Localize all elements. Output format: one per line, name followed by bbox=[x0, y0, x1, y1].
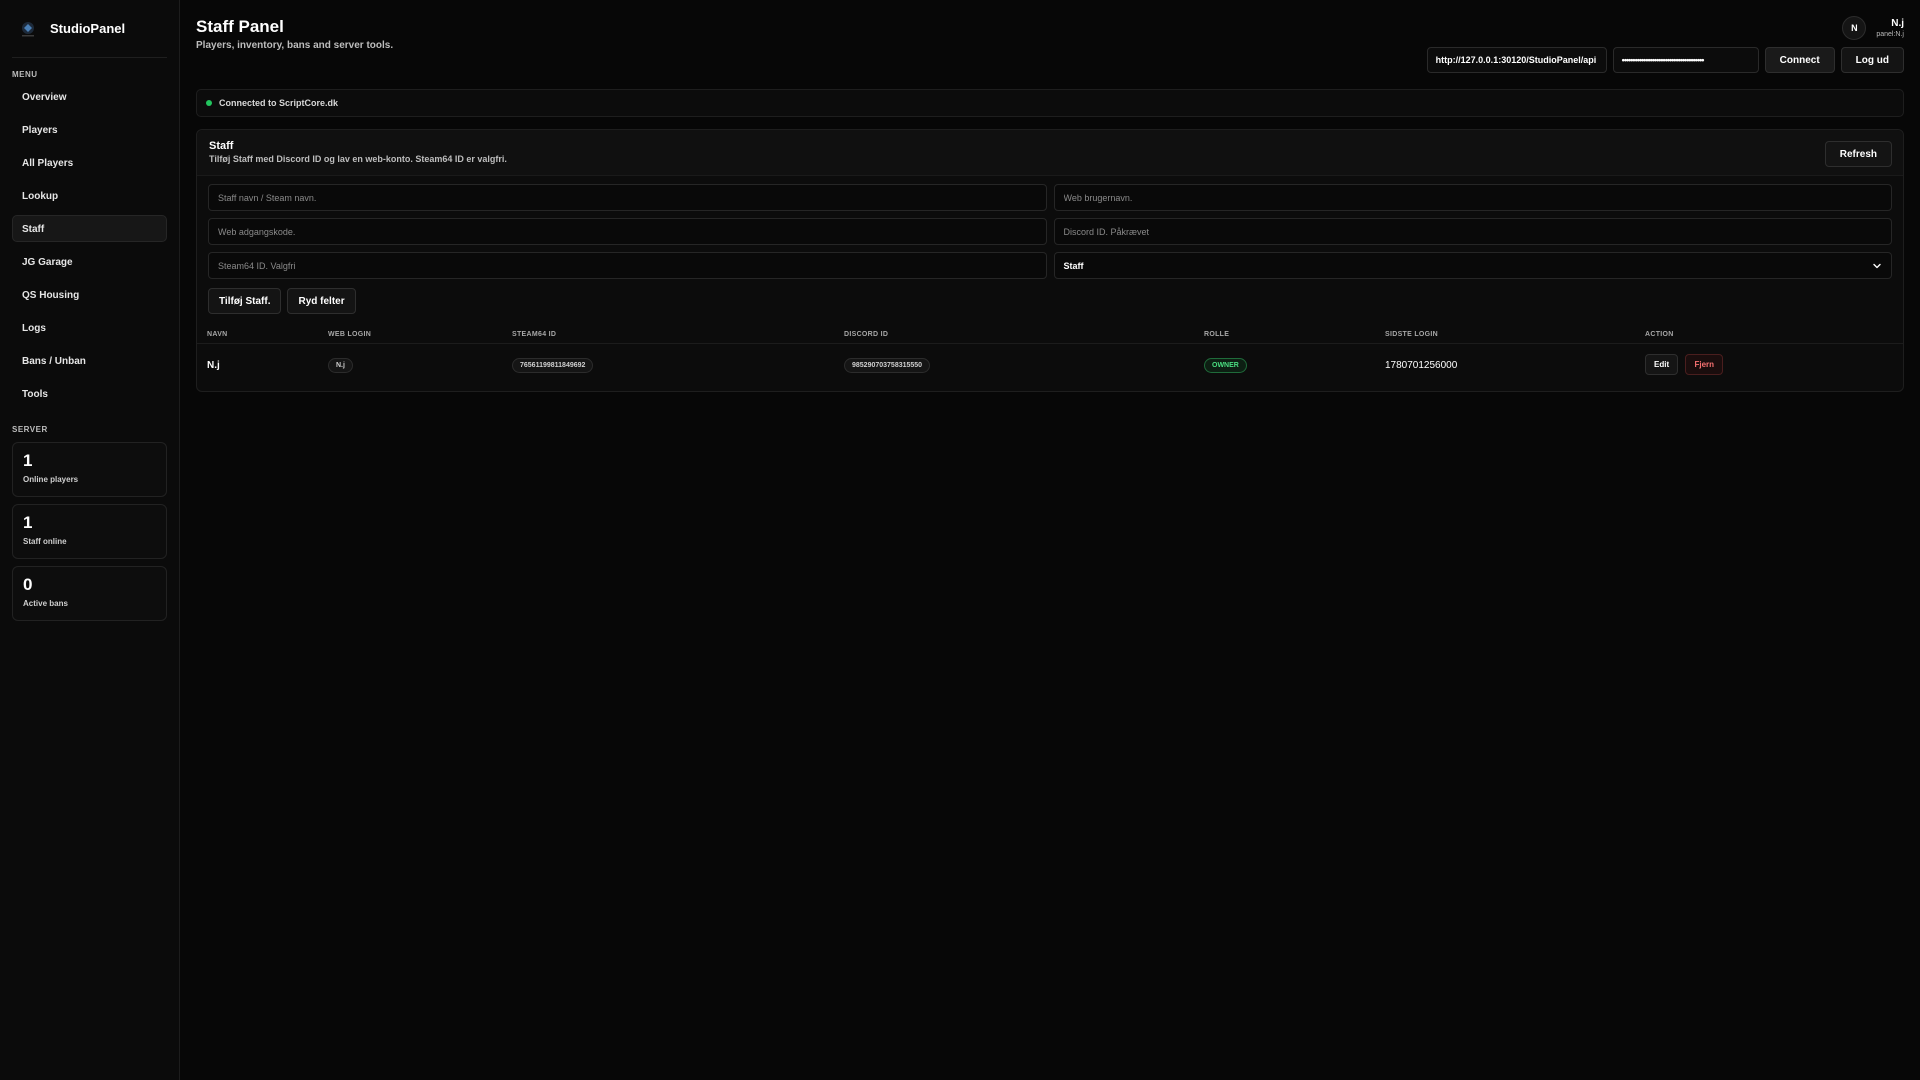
staff-table: NAVN WEB LOGIN STEAM64 ID DISCORD ID ROL… bbox=[197, 325, 1903, 384]
column-header-role: ROLLE bbox=[1204, 330, 1230, 338]
user-menu[interactable]: N N.j panel:N.j bbox=[1842, 16, 1904, 40]
cell-name: N.j bbox=[207, 360, 220, 371]
refresh-button[interactable]: Refresh bbox=[1824, 141, 1892, 167]
stat-card-staff-online: 1 Staff online bbox=[12, 504, 167, 559]
user-handle: panel:N.j bbox=[1876, 31, 1904, 38]
staff-name-input[interactable] bbox=[208, 184, 1047, 211]
page-subtitle: Players, inventory, bans and server tool… bbox=[196, 40, 394, 51]
sidebar-item-jg-garage[interactable]: JG Garage bbox=[12, 248, 167, 275]
brand[interactable]: StudioPanel bbox=[12, 0, 167, 58]
stat-card-active-bans: 0 Active bans bbox=[12, 566, 167, 621]
connect-button[interactable]: Connect bbox=[1764, 47, 1835, 73]
sidebar-item-all-players[interactable]: All Players bbox=[12, 149, 167, 176]
stat-value: 0 bbox=[23, 575, 33, 594]
header: Staff Panel Players, inventory, bans and… bbox=[196, 0, 1904, 80]
column-header-steam64: STEAM64 ID bbox=[512, 330, 557, 338]
cell-web-login: N.j bbox=[328, 357, 353, 373]
form-actions: Tilføj Staff. Ryd felter bbox=[197, 279, 1903, 314]
table-row: N.j N.j 76561199811849692 98529070375831… bbox=[197, 344, 1903, 384]
connection-status: Connected to ScriptCore.dk bbox=[196, 89, 1904, 117]
cell-steam64: 76561199811849692 bbox=[512, 357, 594, 373]
table-header: NAVN WEB LOGIN STEAM64 ID DISCORD ID ROL… bbox=[197, 325, 1903, 344]
sidebar-item-players[interactable]: Players bbox=[12, 116, 167, 143]
user-info: N.j panel:N.j bbox=[1876, 18, 1904, 38]
role-badge: OWNER bbox=[1204, 357, 1247, 373]
column-header-action: ACTION bbox=[1645, 330, 1674, 338]
server-section-title: SERVER bbox=[12, 425, 48, 434]
discord-id-input[interactable] bbox=[1053, 218, 1892, 245]
remove-button[interactable]: Fjern bbox=[1685, 353, 1724, 375]
page-title: Staff Panel bbox=[196, 17, 284, 36]
sidebar-item-bans[interactable]: Bans / Unban bbox=[12, 347, 167, 374]
status-dot-icon bbox=[206, 100, 212, 106]
stat-card-online-players: 1 Online players bbox=[12, 442, 167, 497]
sidebar-item-overview[interactable]: Overview bbox=[12, 83, 167, 110]
chevron-down-icon bbox=[1873, 263, 1881, 268]
column-header-last-login: SIDSTE LOGIN bbox=[1385, 330, 1438, 338]
api-url-input[interactable]: http://127.0.0.1:30120/StudioPanel/api bbox=[1426, 47, 1607, 73]
role-select[interactable]: Staff bbox=[1053, 252, 1892, 279]
staff-panel: Staff Tilføj Staff med Discord ID og lav… bbox=[196, 129, 1904, 392]
status-text: Connected to ScriptCore.dk bbox=[219, 98, 339, 108]
column-header-name: NAVN bbox=[207, 330, 228, 338]
cell-discord: 985290703758315550 bbox=[844, 357, 931, 373]
role-select-value: Staff bbox=[1063, 260, 1084, 271]
sidebar-item-logs[interactable]: Logs bbox=[12, 314, 167, 341]
clear-fields-button[interactable]: Ryd felter bbox=[287, 288, 356, 314]
stat-value: 1 bbox=[23, 451, 33, 470]
stat-label: Online players bbox=[23, 475, 79, 484]
stat-value: 1 bbox=[23, 513, 33, 532]
column-header-web-login: WEB LOGIN bbox=[328, 330, 372, 338]
staff-panel-header: Staff Tilføj Staff med Discord ID og lav… bbox=[197, 130, 1903, 176]
add-staff-button[interactable]: Tilføj Staff. bbox=[208, 288, 282, 314]
add-staff-form: Staff bbox=[197, 176, 1903, 279]
user-name: N.j bbox=[1891, 18, 1904, 29]
staff-panel-title: Staff bbox=[209, 140, 234, 152]
api-key-input[interactable]: •••••••••••••••••••••••••••••••••••••• bbox=[1612, 47, 1759, 73]
sidebar: StudioPanel MENU Overview Players All Pl… bbox=[0, 0, 180, 1080]
menu-section-title: MENU bbox=[12, 70, 38, 79]
edit-button[interactable]: Edit bbox=[1645, 353, 1679, 375]
brand-name: StudioPanel bbox=[50, 21, 126, 36]
web-username-input[interactable] bbox=[1053, 184, 1892, 211]
connection-toolbar: http://127.0.0.1:30120/StudioPanel/api •… bbox=[1426, 47, 1904, 73]
column-header-discord: DISCORD ID bbox=[844, 330, 889, 338]
steam64-id-input[interactable] bbox=[208, 252, 1047, 279]
stat-label: Staff online bbox=[23, 537, 67, 546]
logout-button[interactable]: Log ud bbox=[1840, 47, 1904, 73]
sidebar-item-qs-housing[interactable]: QS Housing bbox=[12, 281, 167, 308]
studiopanel-logo-icon bbox=[18, 19, 38, 39]
sidebar-item-tools[interactable]: Tools bbox=[12, 380, 167, 407]
stat-label: Active bans bbox=[23, 599, 68, 608]
web-password-input[interactable] bbox=[208, 218, 1047, 245]
sidebar-item-staff[interactable]: Staff bbox=[12, 215, 167, 242]
cell-last-login: 1780701256000 bbox=[1385, 360, 1458, 371]
staff-panel-description: Tilføj Staff med Discord ID og lav en we… bbox=[209, 154, 507, 164]
sidebar-item-lookup[interactable]: Lookup bbox=[12, 182, 167, 209]
avatar[interactable]: N bbox=[1842, 16, 1867, 40]
